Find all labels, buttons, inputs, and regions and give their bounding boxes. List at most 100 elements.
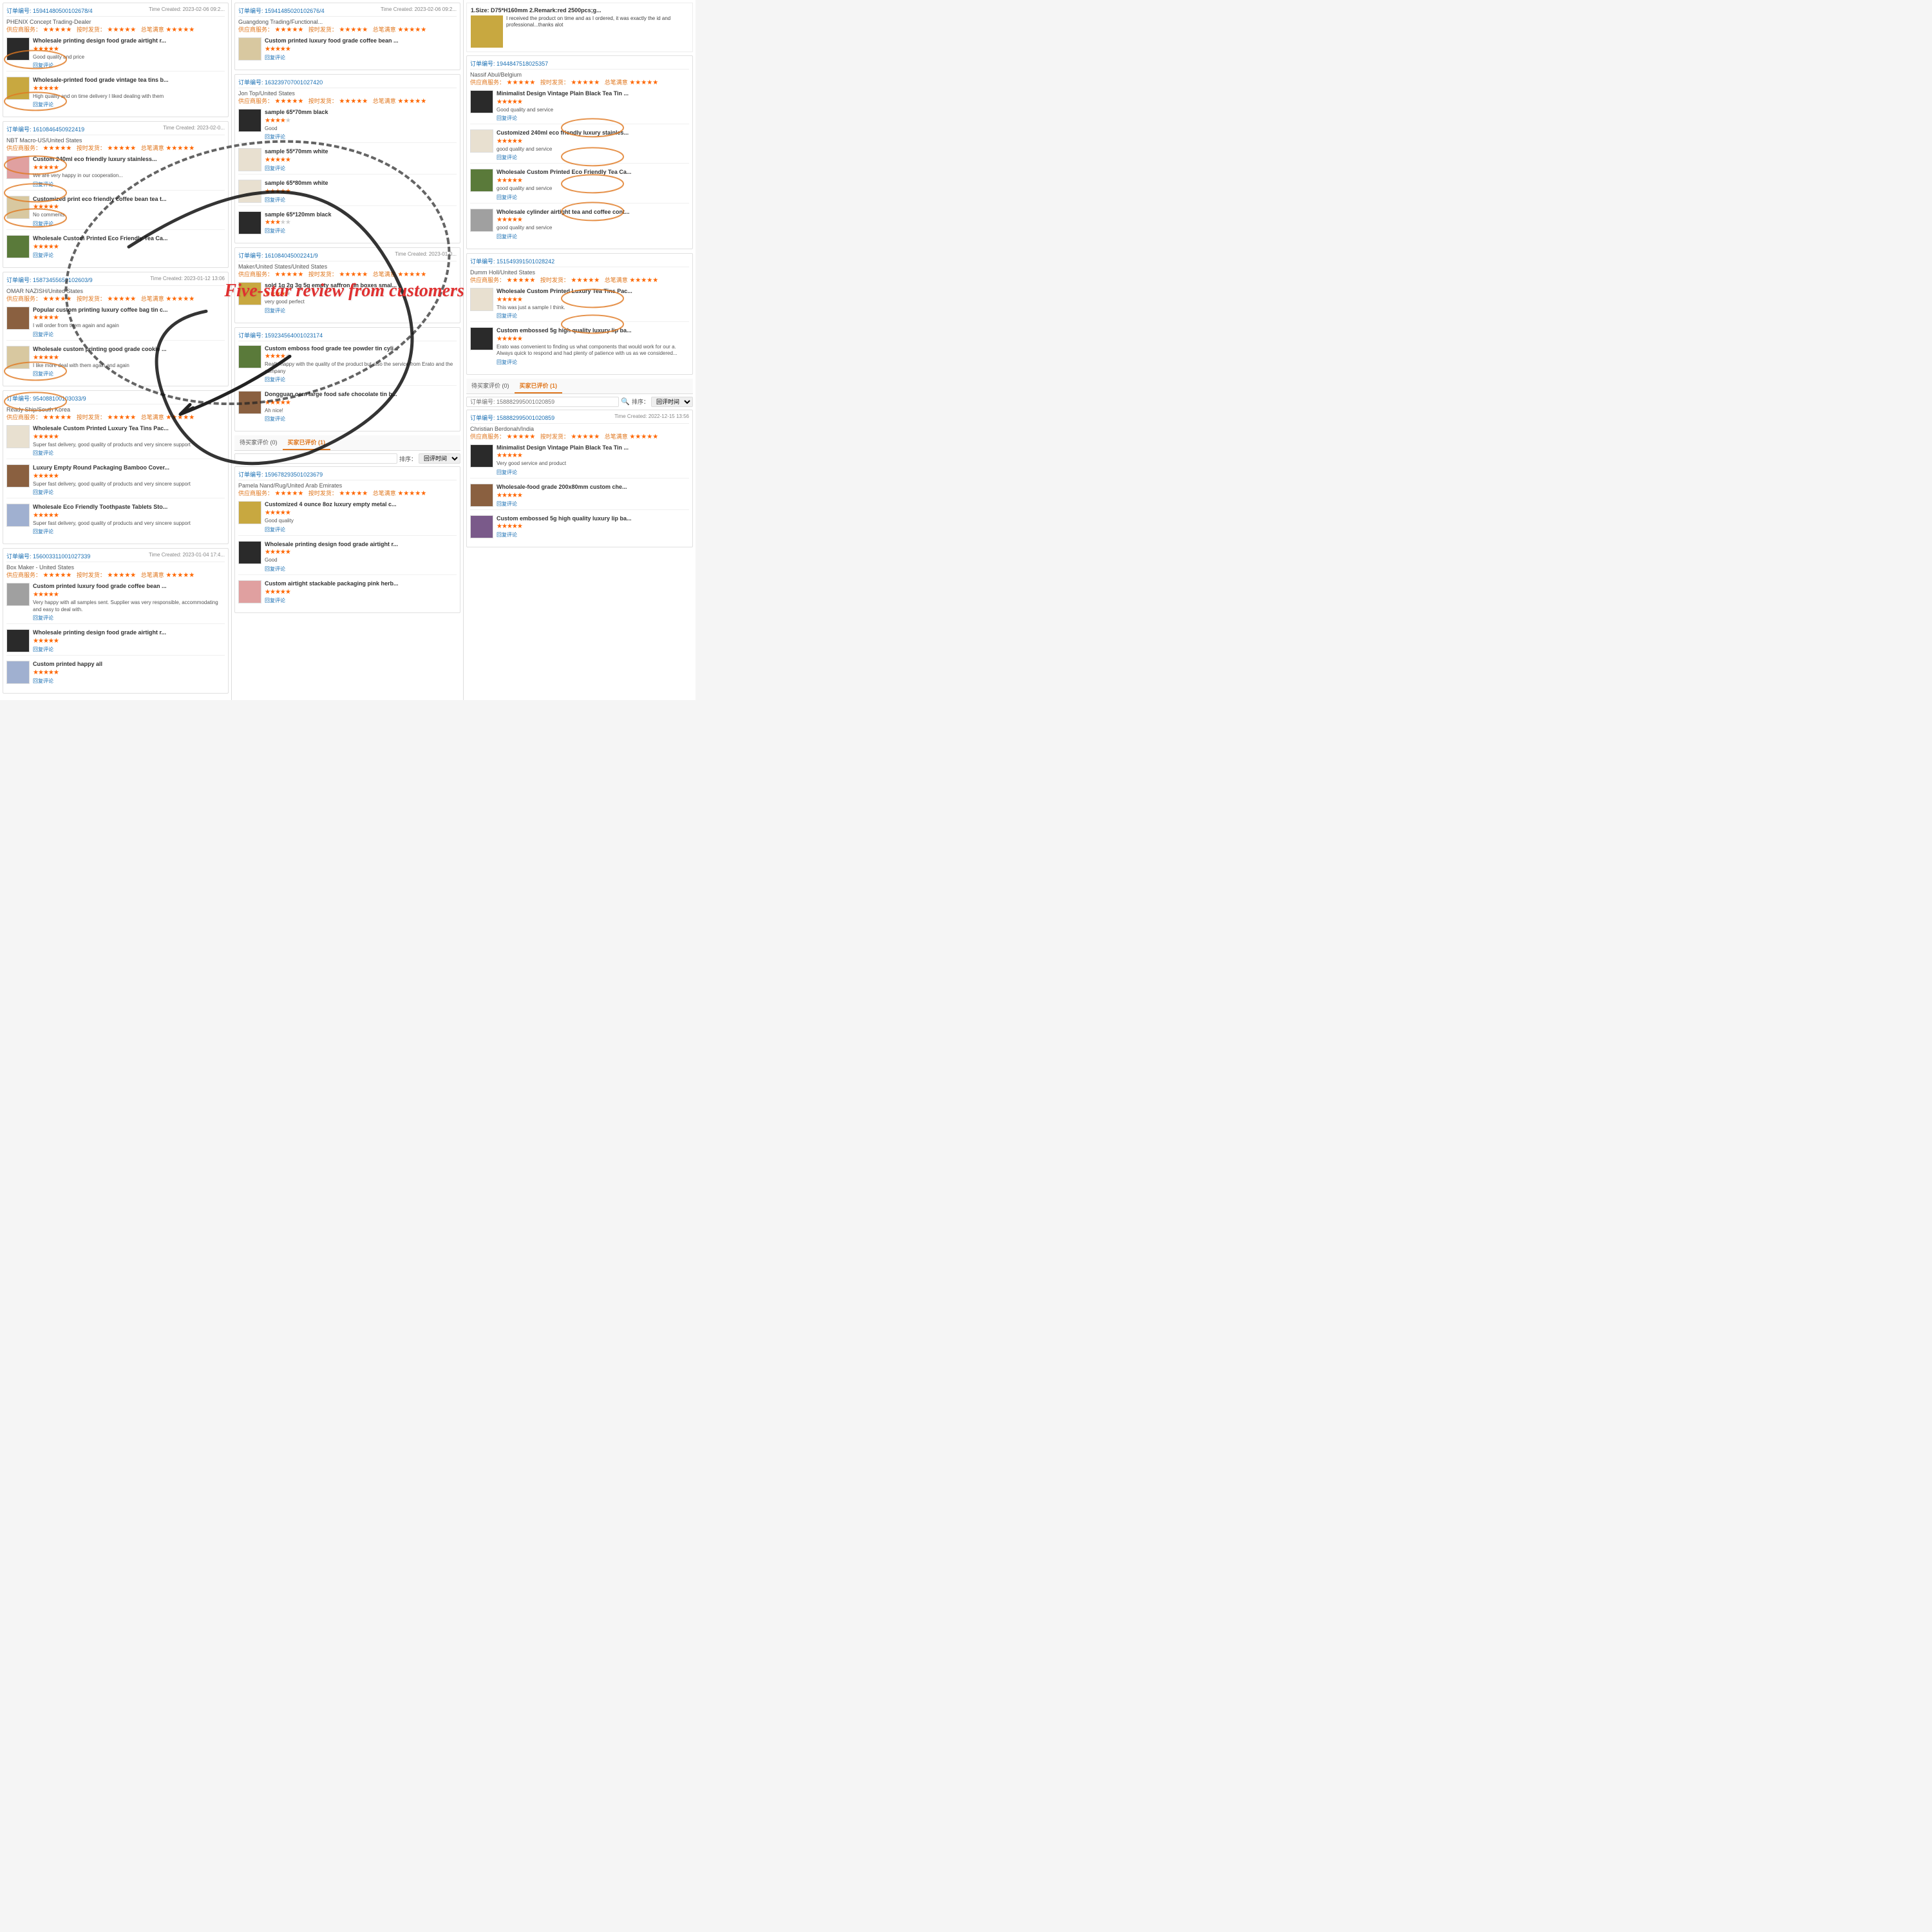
order-id: 订单编号: 15873455650102603/9 [6, 276, 93, 284]
reply-link[interactable]: 回复评论 [265, 597, 457, 604]
review-content: Wholesale Custom Printed Eco Friendly Te… [497, 169, 689, 200]
product-thumbnail [470, 169, 493, 192]
review-title: Dongguan oem large food safe chocolate t… [265, 391, 457, 398]
tab-buyer-col3[interactable]: 买家已评价 (1) [515, 379, 563, 393]
reply-link[interactable]: 回复评论 [497, 233, 689, 240]
review-text: Super fast delivery, good quality of pro… [33, 442, 225, 448]
search-bar-col3: 🔍 排序： 回评时间 [466, 397, 693, 407]
reply-link[interactable]: 回复评论 [497, 531, 689, 538]
reply-link[interactable]: 回复评论 [33, 677, 225, 685]
reply-link[interactable]: 回复评论 [265, 526, 457, 533]
reply-link[interactable]: 回复评论 [497, 469, 689, 476]
reply-link[interactable]: 回复评论 [265, 227, 457, 234]
order-header: 订单编号: 954088100103033/9 [6, 394, 225, 404]
order-id: 订单编号: 156003311001027339 [6, 552, 90, 560]
review-stars: ★★★★★ [33, 433, 225, 440]
reply-link[interactable]: 回复评论 [265, 415, 457, 422]
satisfaction-stars: ★★★★★ [397, 271, 426, 278]
reply-link[interactable]: 回复评论 [33, 370, 225, 377]
search-input[interactable] [234, 453, 397, 464]
review-item: Dongguan oem large food safe chocolate t… [238, 389, 457, 424]
review-stars: ★★★★★ [497, 523, 689, 530]
product-thumbnail [238, 211, 261, 234]
reply-link[interactable]: 回复评论 [265, 307, 457, 314]
search-bar: 排序： 回评时间 [234, 453, 460, 464]
satisfaction-stars: ★★★★★ [397, 98, 426, 104]
review-content: sample 65*80mm white ★★★★★ 回复评论 [265, 180, 457, 204]
reply-link[interactable]: 回复评论 [33, 181, 225, 188]
review-item: Wholesale Custom Printed Luxury Tea Tins… [470, 286, 689, 322]
satisfaction-label: 总笔满意 [605, 79, 628, 86]
reply-link[interactable]: 回复评论 [33, 252, 225, 259]
service-stars: ★★★★★ [275, 490, 304, 497]
service-stars: ★★★★★ [43, 572, 72, 578]
order-id: 订单编号: 161084045002241/9 [238, 251, 318, 260]
review-stars: ★★★★★ [497, 492, 689, 499]
reply-link[interactable]: 回复评论 [497, 154, 689, 161]
review-stars: ★★★★★ [33, 354, 225, 361]
search-input-col3[interactable] [466, 397, 619, 407]
reply-link[interactable]: 回复评论 [265, 54, 457, 61]
reply-link[interactable]: 回复评论 [265, 165, 457, 172]
reply-link[interactable]: 回复评论 [33, 62, 225, 69]
reply-link[interactable]: 回复评论 [265, 376, 457, 383]
service-stars: ★★★★★ [507, 79, 536, 86]
review-title: Minimalist Design Vintage Plain Black Te… [497, 90, 689, 97]
order-card: 订单编号: 156003311001027339 Time Created: 2… [3, 548, 229, 693]
review-stars: ★★★★★ [265, 156, 457, 164]
reply-link[interactable]: 回复评论 [497, 194, 689, 201]
reply-link[interactable]: 回复评论 [497, 115, 689, 122]
review-item: Wholesale printing design food grade air… [6, 627, 225, 656]
reply-link[interactable]: 回复评论 [33, 489, 225, 496]
satisfaction-stars: ★★★★★ [166, 145, 194, 151]
tab-pending[interactable]: 待买家评价 (0) [234, 435, 283, 450]
search-icon[interactable]: 🔍 [621, 397, 630, 406]
order-time: Time Created: 2023-02-0... [163, 125, 225, 133]
review-stars: ★★★★★ [33, 314, 225, 321]
reply-link[interactable]: 回复评论 [33, 220, 225, 227]
reply-link[interactable]: 回复评论 [33, 646, 225, 653]
reply-link[interactable]: 回复评论 [265, 565, 457, 573]
reply-link[interactable]: 回复评论 [33, 614, 225, 621]
logistics-stars: ★★★★★ [339, 490, 368, 497]
reply-link[interactable]: 回复评论 [265, 196, 457, 204]
review-stars: ★★★★★ [33, 85, 225, 92]
review-title: Minimalist Design Vintage Plain Black Te… [497, 444, 689, 451]
review-item: Popular custom printing luxury coffee ba… [6, 305, 225, 341]
order-card: 订单编号: 151549391501028242 Dumm Holl/Unite… [466, 253, 693, 375]
order-id: 订单编号: 15941485020102676/4 [238, 6, 325, 15]
reply-link[interactable]: 回复评论 [33, 528, 225, 535]
review-content: Wholesale Custom Printed Luxury Tea Tins… [497, 288, 689, 319]
sort-select-col3[interactable]: 回评时间 [651, 397, 693, 407]
product-thumbnail [470, 288, 493, 311]
reply-link[interactable]: 回复评论 [265, 133, 457, 140]
satisfaction-label: 总笔满意 [373, 490, 396, 497]
supplier-info: Nassif Abul/Belgium 供应商服务： ★★★★★ 按时发货： ★… [470, 71, 689, 86]
service-label: 供应商服务： [6, 572, 41, 578]
review-item: Wholesale printing design food grade air… [6, 35, 225, 71]
product-thumbnail [238, 180, 261, 203]
reply-link[interactable]: 回复评论 [497, 500, 689, 507]
review-title: Wholesale Custom Printed Luxury Tea Tins… [497, 288, 689, 295]
logistics-stars: ★★★★★ [339, 98, 368, 104]
product-thumbnail [6, 629, 30, 652]
reply-link[interactable]: 回复评论 [33, 331, 225, 338]
tab-pending-col3[interactable]: 待买家评价 (0) [466, 379, 515, 393]
reply-link[interactable]: 回复评论 [33, 101, 225, 108]
supplier-info: Jon Top/United States 供应商服务： ★★★★★ 按时发货：… [238, 90, 457, 105]
order-header: 订单编号: 156003311001027339 Time Created: 2… [6, 552, 225, 562]
sort-select[interactable]: 回评时间 [419, 453, 460, 464]
review-title: Wholesale custom printing good grade coo… [33, 346, 225, 353]
satisfaction-stars: ★★★★★ [629, 433, 658, 440]
reply-link[interactable]: 回复评论 [33, 450, 225, 457]
order-id: 订单编号: 163239707001027420 [238, 78, 323, 86]
reply-link[interactable]: 回复评论 [497, 312, 689, 319]
column-3: 1.Size: D75*H160mm 2.Remark:red 2500pcs;… [464, 0, 696, 700]
review-stars: ★★★★★ [265, 219, 457, 226]
review-item: Custom 240ml eco friendly luxury stainle… [6, 154, 225, 190]
review-stars: ★★★★★ [497, 452, 689, 459]
review-stars: ★★★★★ [33, 164, 225, 171]
tab-buyer[interactable]: 买家已评价 (1) [283, 435, 331, 450]
review-stars: ★★★★★ [33, 591, 225, 598]
reply-link[interactable]: 回复评论 [497, 359, 689, 366]
